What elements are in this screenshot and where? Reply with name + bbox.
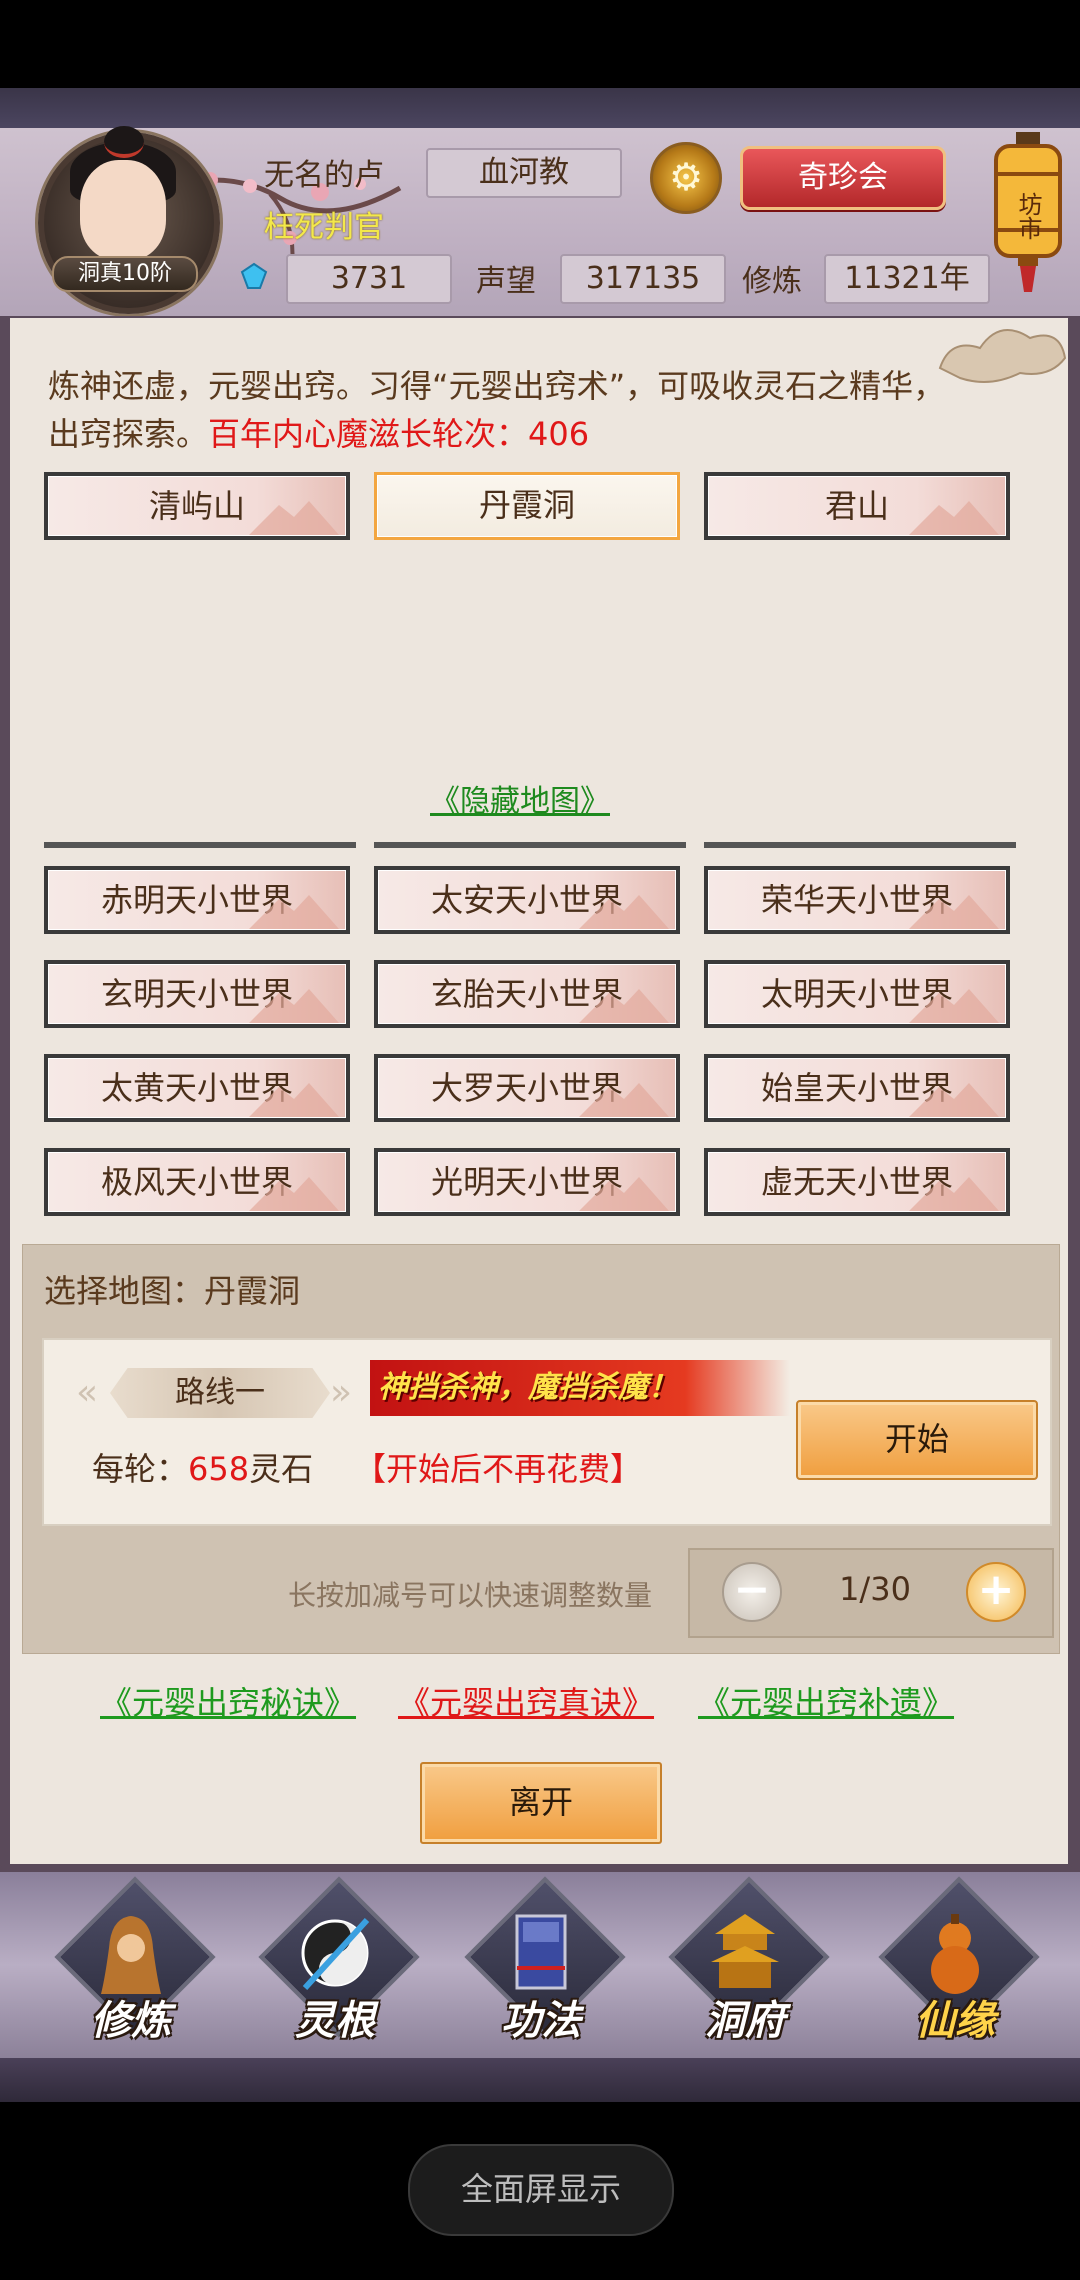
mountain-icon (909, 989, 999, 1023)
map-label: 丹霞洞 (478, 486, 575, 524)
rank-badge: 洞真10阶 (52, 256, 198, 292)
nav-spirit-root[interactable]: 灵根 (258, 1876, 420, 2050)
meditating-monk-icon (101, 1916, 161, 1994)
hidden-map-button[interactable]: 赤明天小世界 (44, 866, 350, 934)
nav-fate[interactable]: 仙缘 (878, 1876, 1040, 2050)
selected-map-title: 选择地图：丹霞洞 (44, 1272, 301, 1310)
map-label: 清屿山 (148, 487, 245, 525)
cost-unit: 灵石 (249, 1450, 314, 1488)
market-lantern-button[interactable]: 坊市 (990, 132, 1066, 292)
book-icon (515, 1914, 567, 1990)
minus-button[interactable]: − (722, 1562, 782, 1622)
mountain-icon (249, 501, 339, 535)
mountain-icon (579, 989, 669, 1023)
hidden-map-button[interactable]: 大罗天小世界 (374, 1054, 680, 1122)
supplement-manual-link[interactable]: 《元婴出窍补遗》 (698, 1678, 954, 1724)
divider (704, 842, 1016, 848)
hidden-map-button[interactable]: 玄胎天小世界 (374, 960, 680, 1028)
nav-label: 功法 (501, 1998, 581, 2044)
map-button-danxiadong[interactable]: 丹霞洞 (374, 472, 680, 540)
hold-hint: 长按加减号可以快速调整数量 (288, 1579, 653, 1612)
map-label: 君山 (824, 487, 889, 525)
leave-button[interactable]: 离开 (420, 1762, 662, 1844)
qizhen-button[interactable]: 奇珍会 (740, 146, 946, 210)
hidden-map-button[interactable]: 光明天小世界 (374, 1148, 680, 1216)
true-manual-link[interactable]: 《元婴出窍真诀》 (398, 1678, 654, 1724)
mountain-icon (579, 1177, 669, 1211)
fullscreen-button[interactable]: 全面屏显示 (408, 2144, 674, 2236)
start-button[interactable]: 开始 (796, 1400, 1038, 1480)
quantity-value: 1/30 (839, 1570, 911, 1608)
map-description: 炼神还虚，元婴出窍。习得“元婴出窍术”，可吸收灵石之精华，出窍探索。百年内心魔滋… (48, 362, 968, 458)
reputation-label: 声望 (476, 264, 536, 299)
route-tag: 路线一 (110, 1368, 330, 1418)
mountain-icon (909, 1177, 999, 1211)
avatar-face (80, 160, 166, 260)
hidden-map-button[interactable]: 太黄天小世界 (44, 1054, 350, 1122)
demon-rounds-text: 百年内心魔滋长轮次：406 (208, 415, 590, 453)
map-button-junshan[interactable]: 君山 (704, 472, 1010, 540)
cost-prefix: 每轮： (92, 1450, 189, 1488)
nav-cultivate[interactable]: 修炼 (54, 1876, 216, 2050)
mountain-icon (579, 895, 669, 929)
settings-gear-button[interactable]: ⚙ (650, 142, 722, 214)
chevron-right-icon: » (330, 1372, 353, 1413)
spirit-stone-count: 3731 (286, 254, 452, 304)
mountain-icon (909, 895, 999, 929)
hidden-map-button[interactable]: 荣华天小世界 (704, 866, 1010, 934)
pagoda-icon (711, 1914, 779, 1988)
yin-yang-sword-icon (301, 1917, 370, 1991)
player-title: 枉死判官 (264, 210, 384, 245)
hidden-map-button[interactable]: 极风天小世界 (44, 1148, 350, 1216)
divider (374, 842, 686, 848)
mountain-icon (909, 1083, 999, 1117)
cultivation-value: 11321年 (824, 254, 990, 304)
secret-manual-link[interactable]: 《元婴出窍秘诀》 (100, 1678, 356, 1724)
hidden-map-button[interactable]: 始皇天小世界 (704, 1054, 1010, 1122)
player-name: 无名的卢 (264, 158, 384, 193)
cultivation-label: 修炼 (742, 264, 802, 299)
nav-label: 仙缘 (915, 1998, 995, 2044)
mountain-icon (909, 501, 999, 535)
status-bar (0, 0, 1080, 88)
bottom-bar (0, 2058, 1080, 2102)
hidden-map-link[interactable]: 《隐藏地图》 (430, 776, 610, 820)
sect-name: 血河教 (426, 148, 622, 198)
gear-icon: ⚙ (668, 155, 704, 199)
chevron-left-icon: « (76, 1372, 99, 1413)
spirit-stone-icon (240, 262, 268, 289)
divider (44, 842, 356, 848)
hidden-map-button[interactable]: 虚无天小世界 (704, 1148, 1010, 1216)
nav-label: 灵根 (295, 1998, 375, 2044)
avatar-hair-bun (104, 126, 144, 158)
mountain-icon (249, 989, 339, 1023)
mountain-icon (249, 1083, 339, 1117)
hidden-map-button[interactable]: 太安天小世界 (374, 866, 680, 934)
hidden-map-button[interactable]: 太明天小世界 (704, 960, 1010, 1028)
market-label: 坊市 (1014, 192, 1042, 240)
top-strip (0, 88, 1080, 128)
hidden-map-button[interactable]: 玄明天小世界 (44, 960, 350, 1028)
cost-value: 658 (188, 1450, 250, 1488)
mountain-icon (579, 1083, 669, 1117)
slogan-banner: 神挡杀神，魔挡杀魔！ (370, 1360, 790, 1416)
map-button-qingyushan[interactable]: 清屿山 (44, 472, 350, 540)
nav-label: 洞府 (705, 1998, 785, 2044)
plus-button[interactable]: + (966, 1562, 1026, 1622)
nav-cave[interactable]: 洞府 (668, 1876, 830, 2050)
nav-techniques[interactable]: 功法 (464, 1876, 626, 2050)
nav-label: 修炼 (91, 1998, 171, 2044)
gourd-icon (931, 1914, 979, 1994)
mountain-icon (249, 1177, 339, 1211)
reputation-value: 317135 (560, 254, 726, 304)
cost-per-round: 每轮：658灵石 (92, 1444, 313, 1490)
no-more-cost-note: 【开始后不再花费】 (354, 1450, 643, 1488)
mountain-icon (249, 895, 339, 929)
